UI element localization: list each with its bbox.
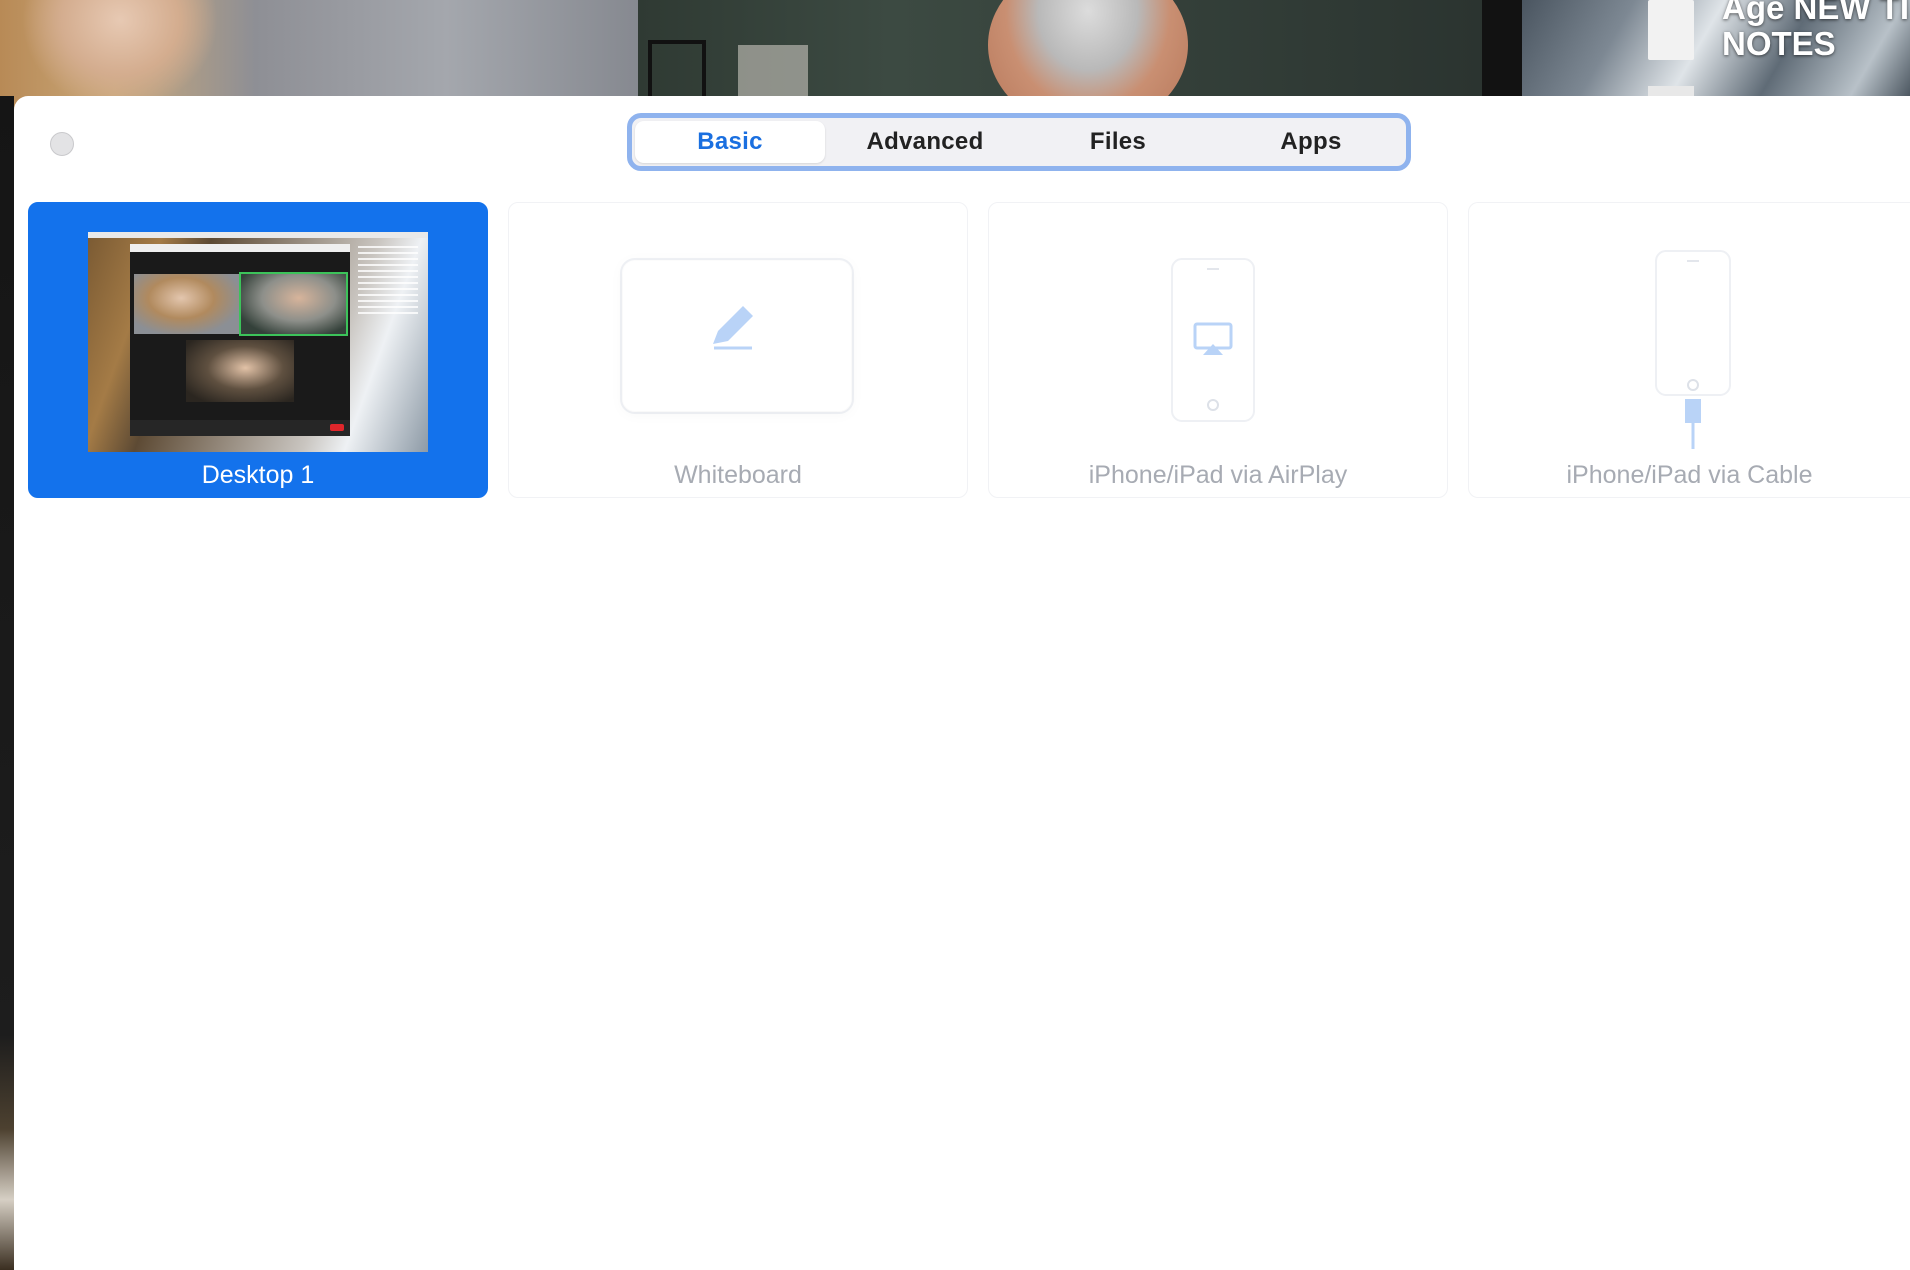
share-option-label: Desktop 1 — [201, 461, 315, 489]
share-option-whiteboard[interactable]: Whiteboard — [508, 202, 968, 498]
share-option-airplay[interactable]: iPhone/iPad via AirPlay — [988, 202, 1448, 498]
close-button[interactable] — [50, 132, 74, 156]
share-option-label: iPhone/iPad via AirPlay — [1088, 461, 1348, 489]
share-option-label: iPhone/iPad via Cable — [1566, 461, 1813, 489]
whiteboard-illustration — [620, 258, 854, 414]
participant-video-3: Age NEW TI NOTES — [1522, 0, 1910, 110]
share-option-cable[interactable]: iPhone/iPad via Cable — [1468, 202, 1910, 498]
share-option-desktop-1[interactable]: Desktop 1 — [28, 202, 488, 498]
share-tabs: Basic Advanced Files Apps — [627, 113, 1411, 171]
share-option-label: Whiteboard — [674, 461, 802, 489]
tab-files[interactable]: Files — [1025, 121, 1211, 163]
background-edge — [0, 96, 14, 1270]
participant-video-1 — [0, 0, 638, 110]
cable-icon — [1685, 399, 1701, 449]
tab-advanced[interactable]: Advanced — [832, 121, 1018, 163]
tab-apps[interactable]: Apps — [1218, 121, 1404, 163]
share-screen-dialog: Basic Advanced Files Apps Desktop 1 Whit… — [14, 96, 1910, 1270]
document-icon — [1648, 0, 1694, 60]
desktop-thumbnail — [88, 232, 428, 452]
video-gallery-strip: Age NEW TI NOTES — [0, 0, 1910, 110]
cable-illustration — [1655, 250, 1731, 449]
participant-video-2 — [638, 0, 1482, 110]
video-overlay-text: Age NEW TI NOTES — [1722, 0, 1909, 62]
tab-basic[interactable]: Basic — [635, 121, 825, 163]
airplay-illustration — [1171, 258, 1255, 422]
